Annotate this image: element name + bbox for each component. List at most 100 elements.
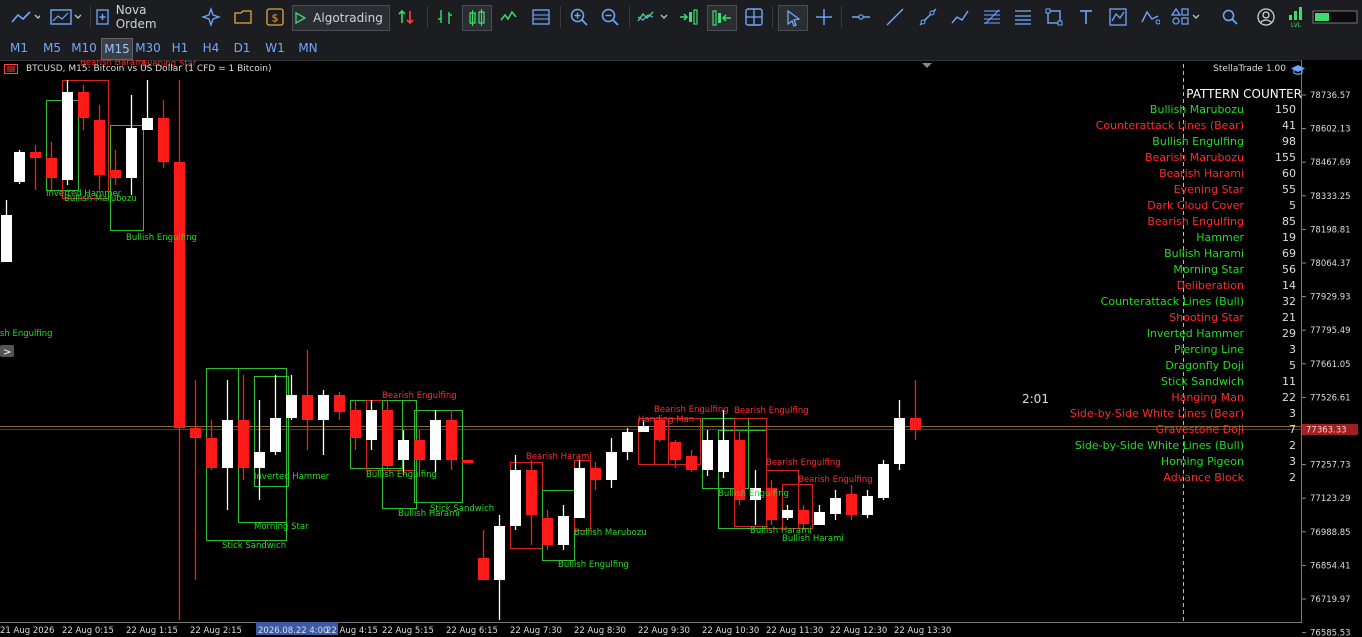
signal-level-button[interactable]: LVL (1286, 5, 1306, 29)
candles-button[interactable] (462, 5, 492, 31)
dom-button[interactable] (528, 5, 554, 29)
ray-button[interactable] (915, 5, 941, 29)
symbol-description: BTCUSD, M15: Bitcoin vs US Dollar (1 CFD… (4, 64, 272, 74)
fibonacci-button[interactable] (979, 5, 1005, 29)
templates-button[interactable] (47, 5, 85, 29)
fibonacci-icon (984, 9, 1000, 25)
dollar-icon: $ (266, 8, 284, 26)
time-tick-label: 22 Aug 10:30 (702, 626, 759, 636)
candle-body (606, 452, 617, 480)
pattern-name: Dragonfly Doji (1165, 359, 1244, 372)
deposit-button[interactable]: $ (262, 5, 288, 29)
chart-template-icon (50, 9, 82, 25)
grid-icon (745, 8, 763, 26)
pattern-name: Hammer (1196, 231, 1244, 244)
channel-button[interactable] (947, 5, 973, 29)
timeframe-m30[interactable]: M30 (133, 38, 163, 58)
market-button[interactable] (230, 5, 256, 29)
zoom-in-button[interactable] (566, 5, 592, 29)
text-icon (1080, 10, 1092, 24)
time-tick-label: 21 Aug 2026 (0, 626, 54, 636)
pattern-counter-row: Inverted Hammer 29 (996, 326, 1296, 342)
account-button[interactable] (1254, 5, 1278, 29)
pattern-count: 3 (1289, 407, 1296, 420)
user-icon (1257, 8, 1275, 26)
pattern-counter-row: Side-by-Side White Lines (Bull) 2 (996, 438, 1296, 454)
algotrading-button[interactable]: Algotrading (292, 5, 390, 31)
arrows-button[interactable] (1137, 5, 1163, 29)
new-order-button[interactable]: Nova Ordem (95, 3, 191, 31)
pattern-counter-row: Side-by-Side White Lines (Bear) 3 (996, 406, 1296, 422)
pattern-count: 22 (1282, 391, 1296, 404)
timeframe-mn[interactable]: MN (292, 38, 324, 58)
trend-line-button[interactable] (882, 5, 908, 29)
indicators-button[interactable] (634, 5, 672, 29)
menu-icon (4, 64, 18, 74)
fibo-levels-button[interactable] (1010, 5, 1036, 29)
candle-body (510, 470, 521, 526)
pattern-label: Bearish Engulfing (766, 458, 841, 468)
line-icon (500, 10, 517, 21)
timeframe-w1[interactable]: W1 (260, 38, 290, 58)
line-button[interactable] (496, 5, 522, 29)
cursor-button[interactable] (778, 5, 808, 31)
candle-body (254, 452, 265, 468)
pattern-name: Bullish Engulfing (1152, 135, 1244, 148)
candle-body (110, 170, 121, 178)
crosshair-button[interactable] (812, 5, 836, 29)
timeframe-m15[interactable]: M15 (101, 38, 133, 60)
pattern-count: 5 (1289, 199, 1296, 212)
price-tick-label: 78333.25 (1310, 192, 1351, 202)
candle-body (414, 440, 425, 460)
chart-type-button[interactable] (6, 5, 44, 29)
tile-windows-button[interactable] (741, 5, 767, 29)
timeframe-h1[interactable]: H1 (167, 38, 193, 58)
price-tick-label: 78198.81 (1310, 225, 1351, 235)
candle-body (830, 498, 841, 514)
line-chart-icon (11, 11, 40, 23)
pattern-counter-row: Bullish Marubozu 150 (996, 102, 1296, 118)
pattern-count: 85 (1282, 215, 1296, 228)
more-objects-button[interactable] (1168, 5, 1204, 29)
candle-body (222, 420, 233, 468)
levels-icon (1015, 10, 1031, 25)
timeframe-m5[interactable]: M5 (38, 38, 66, 58)
pattern-name: Evening Star (1173, 183, 1244, 196)
candle-body (14, 152, 25, 182)
search-button[interactable] (1218, 5, 1242, 29)
price-tick-label: 77929.93 (1310, 293, 1351, 303)
timeframe-m1[interactable]: M1 (4, 38, 34, 58)
candle-body (190, 428, 201, 438)
price-tick-label: 77526.61 (1310, 393, 1351, 403)
signals-button[interactable] (198, 5, 224, 29)
current-price-label: 77363.33 (1306, 426, 1347, 436)
candle-body (62, 92, 73, 180)
pattern-counter-row: Dark Cloud Cover 5 (996, 198, 1296, 214)
timeframe-d1[interactable]: D1 (228, 38, 256, 58)
label-button[interactable] (1105, 5, 1131, 29)
horizontal-line-button[interactable] (848, 5, 874, 29)
pattern-label: Bullish Engulfing (558, 560, 629, 570)
text-button[interactable] (1073, 5, 1099, 29)
symbol-text: BTCUSD, M15: Bitcoin vs US Dollar (1 CFD… (26, 64, 272, 74)
pattern-label: Bullish Engulfing (718, 489, 789, 499)
indicator-brand: StellaTrade 1.00 (1213, 64, 1305, 75)
price-tick-label: 78602.13 (1310, 125, 1351, 135)
zoom-out-button[interactable] (597, 5, 623, 29)
new-order-label: Nova Ordem (115, 3, 157, 31)
pattern-count: 32 (1282, 295, 1296, 308)
candle-body (526, 470, 537, 515)
auto-scroll-button[interactable] (677, 5, 701, 29)
connection-bar-icon (1312, 10, 1358, 24)
shapes-button[interactable] (1041, 5, 1067, 29)
timeframe-m10[interactable]: M10 (68, 38, 100, 58)
price-tick-label: 77257.73 (1310, 461, 1351, 471)
bar-chart-button[interactable] (433, 5, 457, 29)
trade-arrows-button[interactable] (395, 5, 417, 29)
pattern-name: Deliberation (1176, 279, 1244, 292)
pattern-counter-row: Stick Sandwich 11 (996, 374, 1296, 390)
timeframe-h4[interactable]: H4 (197, 38, 225, 58)
pattern-count: 2 (1289, 439, 1296, 452)
chart-shift-button[interactable] (707, 5, 737, 31)
time-tick-label: 2026.08.22 4:00 (258, 626, 328, 636)
